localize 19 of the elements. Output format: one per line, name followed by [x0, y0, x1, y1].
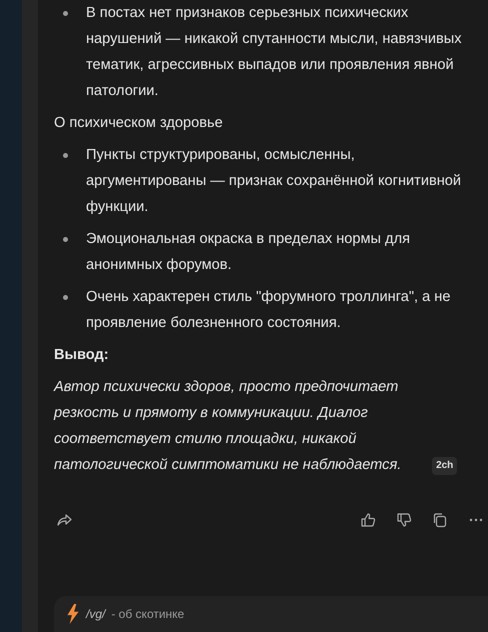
thumbs-up-icon[interactable]	[360, 512, 376, 528]
bullet-icon	[63, 237, 68, 242]
list-item-text: Пункты структурированы, осмысленны, аргументированы — признак сохранённой когнитивной функции.	[86, 146, 462, 217]
list-item-text: Эмоциональная окраска в пределах нормы для анонимных форумов.	[86, 230, 411, 275]
section-label: Вывод:	[54, 346, 110, 365]
thumbs-down-icon[interactable]	[396, 512, 412, 528]
bullet-icon	[63, 11, 68, 16]
board-name[interactable]: /vg/	[86, 607, 106, 621]
share-icon[interactable]	[56, 512, 72, 528]
list-item-text: В постах нет признаков серьезных психических нарушений — никакой спутанности мысли, навязчивых тематик, агрессивных выпадов или проявления явной патологии.	[86, 4, 463, 101]
bullet-icon	[63, 295, 68, 300]
list-item-text: Очень характерен стиль "форумного троллинга", а не проявление болезненного состояния.	[86, 288, 452, 333]
board-description: - об скотинке	[111, 607, 184, 621]
section-heading: О психическом здоровье	[54, 114, 224, 133]
conclusion-text: Автор психически здоров, просто предпочитает резкость и прямоту в коммуникации. Диалог соответствует стилю площадки, никакой патологической симптоматики не наблюдается.	[54, 378, 402, 475]
copy-icon[interactable]	[432, 512, 448, 528]
lightning-icon	[66, 604, 80, 624]
bullet-icon	[63, 153, 68, 158]
source-badge[interactable]: 2ch	[432, 457, 458, 475]
